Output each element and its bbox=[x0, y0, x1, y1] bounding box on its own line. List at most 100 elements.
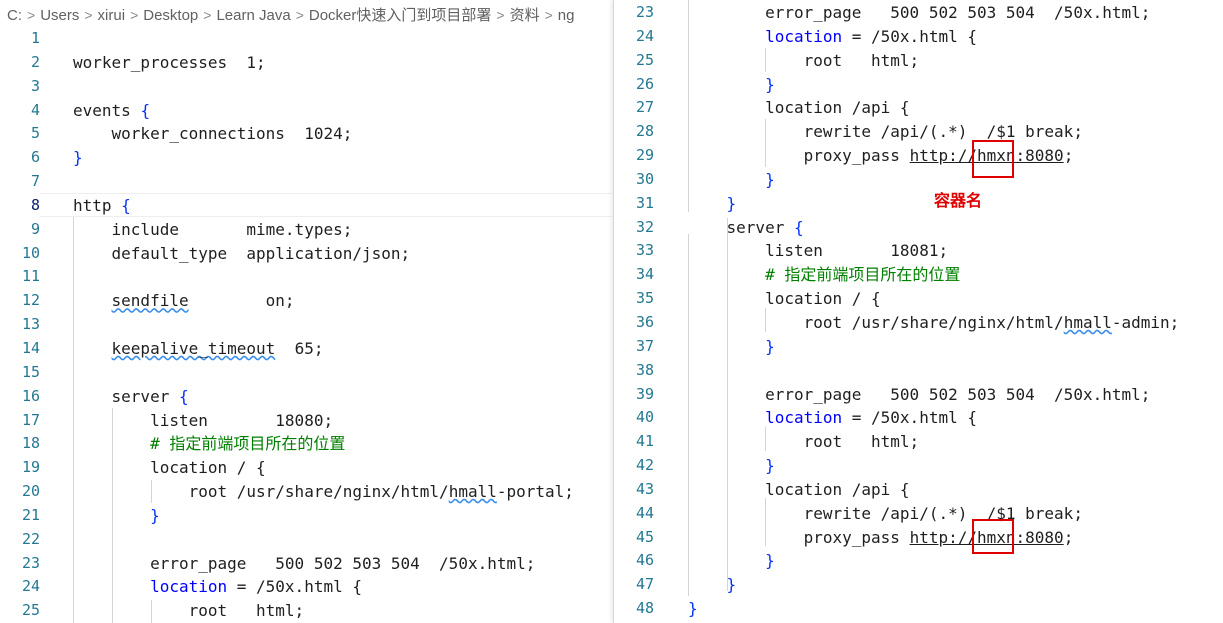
code-editor-left[interactable]: 1 2 worker_processes 1; 3 4 events {5 worker_… bbox=[0, 27, 612, 623]
code-line[interactable]: 5 worker_connections 1024; bbox=[0, 122, 612, 146]
breadcrumb-item[interactable]: xirui bbox=[98, 7, 126, 24]
code-line[interactable]: 23 error_page 500 502 503 504 /50x.html; bbox=[614, 1, 1223, 25]
code-text[interactable]: root html; bbox=[688, 49, 920, 73]
code-line[interactable]: 42 } bbox=[614, 454, 1223, 478]
right-editor-pane[interactable]: 23 error_page 500 502 503 504 /50x.html;… bbox=[613, 0, 1223, 623]
code-line[interactable]: 13 bbox=[0, 313, 612, 337]
code-text[interactable]: proxy_pass http://hmxn:8080; bbox=[688, 144, 1074, 168]
code-line[interactable]: 40 location = /50x.html { bbox=[614, 406, 1223, 430]
code-line[interactable]: 26 } bbox=[614, 73, 1223, 97]
code-line[interactable]: 41 root html; bbox=[614, 430, 1223, 454]
code-text[interactable]: root html; bbox=[688, 430, 920, 454]
code-line[interactable]: 25 root html; bbox=[614, 49, 1223, 73]
code-line[interactable]: 15 bbox=[0, 361, 612, 385]
code-line[interactable]: 48} bbox=[614, 597, 1223, 621]
code-text[interactable]: http { bbox=[73, 194, 131, 218]
code-line[interactable]: 34 # 指定前端项目所在的位置 bbox=[614, 263, 1223, 287]
breadcrumb-item[interactable]: Docker快速入门到项目部署 bbox=[309, 7, 492, 24]
code-text[interactable]: sendfile on; bbox=[73, 289, 295, 313]
code-line[interactable]: 9 include mime.types; bbox=[0, 218, 612, 242]
code-line[interactable]: 11 bbox=[0, 265, 612, 289]
code-text[interactable]: error_page 500 502 503 504 /50x.html; bbox=[688, 383, 1150, 407]
code-line[interactable]: 38 bbox=[614, 359, 1223, 383]
code-line[interactable]: 10 default_type application/json; bbox=[0, 242, 612, 266]
breadcrumb-item[interactable]: C: bbox=[7, 7, 22, 24]
code-line[interactable]: 23 error_page 500 502 503 504 /50x.html; bbox=[0, 552, 612, 576]
code-editor-right[interactable]: 23 error_page 500 502 503 504 /50x.html;… bbox=[614, 1, 1223, 621]
code-line[interactable]: 3 bbox=[0, 75, 612, 99]
code-line[interactable]: 44 rewrite /api/(.*) /$1 break; bbox=[614, 502, 1223, 526]
code-line[interactable]: 45 proxy_pass http://hmxn:8080; bbox=[614, 526, 1223, 550]
code-text[interactable]: location /api { bbox=[688, 96, 910, 120]
code-text[interactable]: root html; bbox=[73, 599, 305, 623]
code-line[interactable]: 25 root html; bbox=[0, 599, 612, 623]
code-text[interactable]: location = /50x.html { bbox=[688, 25, 977, 49]
code-line[interactable]: 18 # 指定前端项目所在的位置 bbox=[0, 432, 612, 456]
code-text[interactable]: } bbox=[688, 168, 775, 192]
code-text[interactable]: worker_processes 1; bbox=[73, 51, 266, 75]
code-text[interactable]: root /usr/share/nginx/html/hmall-admin; bbox=[688, 311, 1180, 335]
code-text[interactable]: listen 18081; bbox=[688, 239, 948, 263]
code-line[interactable]: 24 location = /50x.html { bbox=[0, 575, 612, 599]
code-line[interactable]: 35 location / { bbox=[614, 287, 1223, 311]
code-text[interactable]: location / { bbox=[688, 287, 881, 311]
code-text[interactable]: root /usr/share/nginx/html/hmall-portal; bbox=[73, 480, 574, 504]
breadcrumb-item[interactable]: Users bbox=[40, 7, 79, 24]
code-text[interactable]: location = /50x.html { bbox=[688, 406, 977, 430]
code-line[interactable]: 30 } bbox=[614, 168, 1223, 192]
code-text[interactable]: include mime.types; bbox=[73, 218, 353, 242]
code-text[interactable]: } bbox=[688, 335, 775, 359]
code-text[interactable]: } bbox=[688, 454, 775, 478]
code-text[interactable]: location / { bbox=[73, 456, 266, 480]
code-text[interactable]: } bbox=[688, 597, 698, 621]
code-line[interactable]: 43 location /api { bbox=[614, 478, 1223, 502]
code-text[interactable]: worker_connections 1024; bbox=[73, 122, 353, 146]
code-line[interactable]: 21 } bbox=[0, 504, 612, 528]
left-editor-pane[interactable]: C: > Users > xirui > Desktop > Learn Java > Docker… bbox=[0, 0, 612, 623]
code-text[interactable]: server { bbox=[73, 385, 189, 409]
code-line[interactable]: 36 root /usr/share/nginx/html/hmall-admi… bbox=[614, 311, 1223, 335]
code-line[interactable]: 17 listen 18080; bbox=[0, 409, 612, 433]
code-line[interactable]: 39 error_page 500 502 503 504 /50x.html; bbox=[614, 383, 1223, 407]
code-text[interactable]: # 指定前端项目所在的位置 bbox=[688, 263, 960, 287]
code-line[interactable]: 24 location = /50x.html { bbox=[614, 25, 1223, 49]
code-line[interactable]: 12 sendfile on; bbox=[0, 289, 612, 313]
code-line[interactable]: 32 server { bbox=[614, 216, 1223, 240]
code-text[interactable]: error_page 500 502 503 504 /50x.html; bbox=[73, 552, 535, 576]
code-line[interactable]: 19 location / { bbox=[0, 456, 612, 480]
code-text[interactable]: server { bbox=[688, 216, 804, 240]
code-text[interactable]: } bbox=[688, 573, 737, 597]
code-line[interactable]: 6} bbox=[0, 146, 612, 170]
code-line[interactable]: 29 proxy_pass http://hmxn:8080; bbox=[614, 144, 1223, 168]
code-line[interactable]: 16 server { bbox=[0, 385, 612, 409]
code-text[interactable]: } bbox=[73, 504, 160, 528]
code-line[interactable]: 8 http { bbox=[0, 194, 612, 218]
code-text[interactable]: } bbox=[688, 549, 775, 573]
breadcrumb-item[interactable]: 资料 bbox=[510, 7, 540, 24]
code-text[interactable]: error_page 500 502 503 504 /50x.html; bbox=[688, 1, 1150, 25]
code-line[interactable]: 33 listen 18081; bbox=[614, 239, 1223, 263]
code-line[interactable]: 14 keepalive_timeout 65; bbox=[0, 337, 612, 361]
code-line[interactable]: 22 bbox=[0, 528, 612, 552]
code-line[interactable]: 2 worker_processes 1; bbox=[0, 51, 612, 75]
code-text[interactable]: events { bbox=[73, 99, 150, 123]
breadcrumb-item[interactable]: Learn Java bbox=[216, 7, 290, 24]
code-text[interactable]: location /api { bbox=[688, 478, 910, 502]
code-line[interactable]: 27 location /api { bbox=[614, 96, 1223, 120]
code-text[interactable]: } bbox=[688, 73, 775, 97]
code-line[interactable]: 47 } bbox=[614, 573, 1223, 597]
code-line[interactable]: 28 rewrite /api/(.*) /$1 break; bbox=[614, 120, 1223, 144]
code-text[interactable]: keepalive_timeout 65; bbox=[73, 337, 324, 361]
code-line[interactable]: 46 } bbox=[614, 549, 1223, 573]
code-text[interactable]: rewrite /api/(.*) /$1 break; bbox=[688, 502, 1083, 526]
code-line[interactable]: 20 root /usr/share/nginx/html/hmall-port… bbox=[0, 480, 612, 504]
code-text[interactable]: proxy_pass http://hmxn:8080; bbox=[688, 526, 1074, 550]
code-line[interactable]: 37 } bbox=[614, 335, 1223, 359]
breadcrumb-item[interactable]: Desktop bbox=[143, 7, 198, 24]
code-text[interactable]: rewrite /api/(.*) /$1 break; bbox=[688, 120, 1083, 144]
code-text[interactable]: location = /50x.html { bbox=[73, 575, 362, 599]
code-text[interactable]: } bbox=[688, 192, 737, 216]
code-text[interactable]: # 指定前端项目所在的位置 bbox=[73, 432, 345, 456]
code-line[interactable]: 1 bbox=[0, 27, 612, 51]
code-text[interactable]: } bbox=[73, 146, 83, 170]
